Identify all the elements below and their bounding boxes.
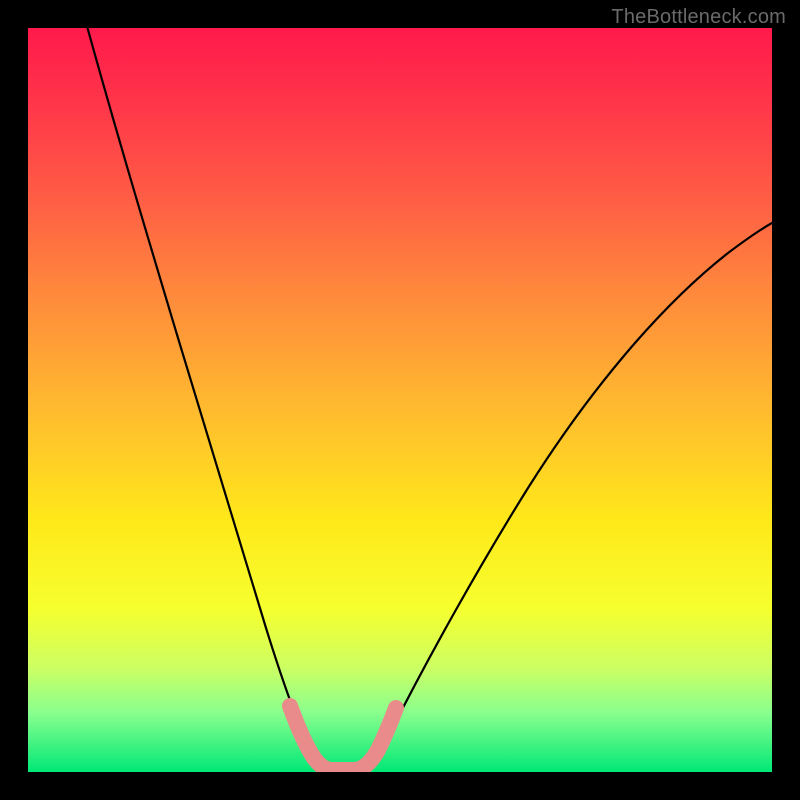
highlight-optimum [290, 706, 396, 770]
watermark-text: TheBottleneck.com [611, 6, 786, 29]
plot-area [28, 28, 772, 772]
chart-stage: TheBottleneck.com [0, 0, 800, 800]
curve-layer [28, 28, 772, 772]
bottleneck-curve [88, 28, 773, 768]
